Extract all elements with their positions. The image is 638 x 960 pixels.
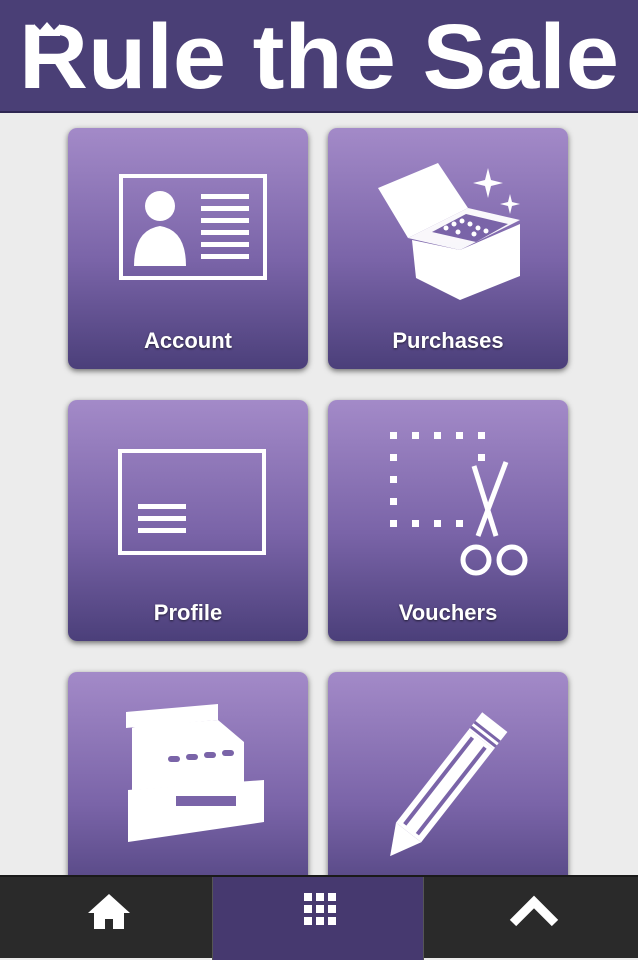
app-header: Rule the Sale	[0, 0, 638, 113]
app-title: Rule the Sale	[19, 6, 619, 108]
scroll-top-tab[interactable]	[425, 877, 638, 960]
menu-grid: Account Purchases Profile Vouchers	[0, 113, 638, 875]
cash-register-tile[interactable]	[68, 672, 308, 875]
treasure-box-icon	[378, 163, 520, 300]
profile-tile[interactable]: Profile	[68, 400, 308, 641]
account-label: Account	[144, 328, 232, 353]
scissors-coupon-icon	[390, 432, 528, 576]
purchases-tile[interactable]: Purchases	[328, 128, 568, 369]
purchases-label: Purchases	[392, 328, 504, 353]
vouchers-tile[interactable]: Vouchers	[328, 400, 568, 641]
pencil-tile[interactable]	[328, 672, 568, 875]
id-card-icon	[119, 174, 267, 280]
profile-card-icon	[118, 449, 266, 555]
bottom-tab-bar	[0, 875, 638, 960]
account-tile[interactable]: Account	[68, 128, 308, 369]
profile-label: Profile	[153, 600, 223, 625]
home-icon	[88, 894, 130, 929]
chevron-up-icon	[509, 895, 559, 927]
home-tab[interactable]	[0, 877, 212, 960]
header-logo: Rule the Sale	[19, 6, 619, 108]
menu-grid-tab[interactable]	[212, 877, 424, 960]
crown-icon	[34, 22, 60, 36]
grid-icon	[304, 893, 336, 925]
pencil-icon	[390, 712, 508, 857]
cash-register-icon	[126, 704, 264, 842]
vouchers-label: Vouchers	[398, 600, 498, 625]
